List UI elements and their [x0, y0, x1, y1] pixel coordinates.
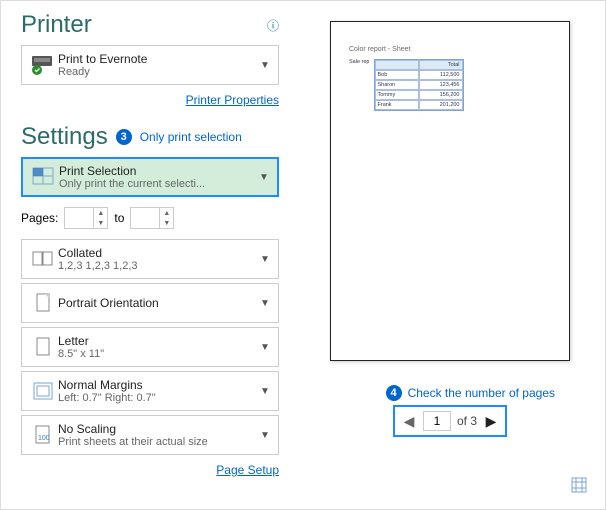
prev-page-button[interactable]: ◀	[401, 413, 417, 430]
preview-header: Total	[419, 60, 463, 70]
orientation-dropdown[interactable]: Portrait Orientation ▼	[21, 283, 279, 323]
paper-sub: 8.5" x 11"	[58, 348, 258, 360]
printer-status: Ready	[58, 66, 258, 78]
chevron-down-icon: ▼	[258, 60, 272, 71]
preview-title: Color report - Sheet	[349, 46, 551, 53]
info-icon[interactable]: ⓘ	[267, 17, 279, 34]
printer-properties-link[interactable]: Printer Properties	[186, 93, 279, 107]
settings-heading: Settings	[21, 123, 108, 151]
pages-label: Pages:	[21, 211, 58, 225]
page-setup-link[interactable]: Page Setup	[216, 463, 279, 477]
margins-title: Normal Margins	[58, 378, 258, 392]
chevron-down-icon: ▼	[258, 386, 272, 397]
margins-sub: Left: 0.7" Right: 0.7"	[58, 392, 258, 404]
chevron-down-icon: ▼	[258, 298, 272, 309]
step3-annotation: Only print selection	[140, 130, 242, 144]
scaling-icon: 100	[28, 421, 58, 449]
margins-icon	[28, 377, 58, 405]
scaling-dropdown[interactable]: 100 No Scaling Print sheets at their act…	[21, 415, 279, 455]
down-arrow-icon[interactable]: ▼	[94, 218, 107, 228]
print-preview: Color report - Sheet Sale rep Total Bob1…	[330, 21, 570, 361]
pages-from-spinner[interactable]: ▲▼	[64, 207, 108, 229]
preview-pane: Color report - Sheet Sale rep Total Bob1…	[295, 1, 605, 509]
margins-dropdown[interactable]: Normal Margins Left: 0.7" Right: 0.7" ▼	[21, 371, 279, 411]
preview-table: Total Bob112,500 Sharon123,456 Tommy156,…	[374, 59, 464, 111]
pages-to-spinner[interactable]: ▲▼	[130, 207, 174, 229]
printer-dropdown[interactable]: Print to Evernote Ready ▼	[21, 45, 279, 85]
pages-row: Pages: ▲▼ to ▲▼	[21, 207, 279, 229]
page-navigator: ◀ of 3 ▶	[393, 405, 507, 437]
collate-icon	[28, 245, 58, 273]
printer-name: Print to Evernote	[58, 52, 258, 66]
page-icon	[28, 333, 58, 361]
print-area-dropdown[interactable]: Print Selection Only print the current s…	[21, 157, 279, 197]
preview-side-label: Sale rep	[349, 59, 370, 65]
step4-annotation: Check the number of pages	[408, 386, 555, 400]
chevron-down-icon: ▼	[258, 342, 272, 353]
up-arrow-icon[interactable]: ▲	[160, 208, 173, 218]
scaling-title: No Scaling	[58, 422, 258, 436]
next-page-button[interactable]: ▶	[483, 413, 499, 430]
chevron-down-icon: ▼	[258, 430, 272, 441]
chevron-down-icon: ▼	[257, 172, 271, 183]
step4-badge: 4	[386, 385, 402, 401]
printer-icon	[28, 51, 58, 79]
collate-dropdown[interactable]: Collated 1,2,3 1,2,3 1,2,3 ▼	[21, 239, 279, 279]
down-arrow-icon[interactable]: ▼	[160, 218, 173, 228]
orientation-title: Portrait Orientation	[58, 296, 258, 310]
settings-pane: Printer ⓘ Print to Evernote Ready ▼ Prin…	[1, 1, 295, 509]
paper-title: Letter	[58, 334, 258, 348]
print-area-title: Print Selection	[59, 164, 257, 178]
printer-heading: Printer ⓘ	[21, 11, 279, 39]
collate-title: Collated	[58, 246, 258, 260]
svg-text:100: 100	[38, 435, 50, 442]
paper-dropdown[interactable]: Letter 8.5" x 11" ▼	[21, 327, 279, 367]
printer-heading-text: Printer	[21, 11, 92, 39]
chevron-down-icon: ▼	[258, 254, 272, 265]
collate-sub: 1,2,3 1,2,3 1,2,3	[58, 260, 258, 272]
show-margins-icon[interactable]	[571, 477, 587, 493]
page-total: of 3	[457, 414, 477, 428]
pages-to-input[interactable]	[131, 208, 159, 228]
portrait-icon	[28, 289, 58, 317]
pages-to-label: to	[114, 211, 124, 225]
print-area-sub: Only print the current selecti...	[59, 178, 257, 190]
selection-icon	[29, 163, 59, 191]
current-page-input[interactable]	[423, 411, 451, 431]
step3-badge: 3	[116, 129, 132, 145]
up-arrow-icon[interactable]: ▲	[94, 208, 107, 218]
scaling-sub: Print sheets at their actual size	[58, 436, 258, 448]
pages-from-input[interactable]	[65, 208, 93, 228]
